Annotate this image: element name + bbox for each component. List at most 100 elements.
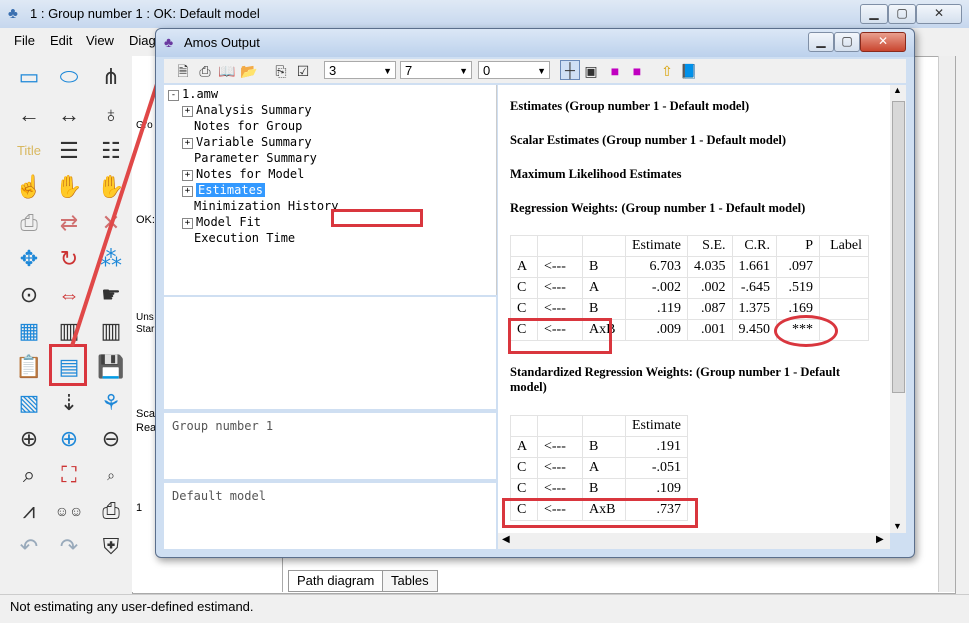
table-cell: C: [510, 457, 538, 479]
table-cell: [819, 298, 869, 320]
scroll-thumb[interactable]: [892, 101, 905, 393]
amos-output-icon: ♣: [164, 34, 174, 50]
print-preview-icon[interactable]: 🗎: [174, 62, 192, 80]
gridlines-icon[interactable]: ┼: [560, 60, 580, 80]
tree-item-parameter-summary[interactable]: Parameter Summary: [194, 151, 317, 165]
output-minimize-button[interactable]: ▁: [808, 32, 834, 52]
table-header-cell: [537, 235, 583, 257]
table-cell: B: [582, 298, 626, 320]
content-horizontal-scrollbar[interactable]: ◀ ▶: [498, 533, 890, 549]
open-icon[interactable]: 📂: [240, 62, 258, 80]
tree-item-label: Notes for Model: [196, 167, 305, 181]
table-row: C <--- A -.051: [510, 457, 688, 479]
table-cell: .109: [625, 478, 688, 500]
table-cell: -.645: [731, 277, 777, 299]
table-cell: -.002: [625, 277, 688, 299]
table-cell: 1.661: [731, 256, 777, 278]
axb-highlight-box: [508, 318, 612, 354]
table-cell: <---: [537, 436, 583, 458]
table-cell: 6.703: [625, 256, 688, 278]
table-cell: .002: [687, 277, 733, 299]
tree-item-label: Variable Summary: [196, 135, 312, 149]
heading-standardized-weights: Standardized Regression Weights: (Group …: [510, 365, 840, 394]
expand-icon[interactable]: +: [182, 138, 193, 149]
table-header-row: Estimate S.E. C.R. P Label: [510, 235, 869, 257]
content-vertical-scrollbar[interactable]: ▲ ▼: [890, 85, 906, 533]
tree-item-execution-time[interactable]: Execution Time: [194, 231, 295, 245]
heading-estimates: Estimates (Group number 1 - Default mode…: [510, 99, 750, 113]
table-cell: A: [582, 457, 626, 479]
table-cell: <---: [537, 277, 583, 299]
tree-item-label: Minimization History: [194, 199, 339, 213]
options-icon[interactable]: ☑: [294, 62, 312, 80]
tree-item-analysis-summary[interactable]: + Analysis Summary: [182, 103, 312, 117]
table-header-cell: S.E.: [687, 235, 733, 257]
expand-icon[interactable]: +: [182, 218, 193, 229]
help-book-icon[interactable]: 📘: [680, 62, 698, 80]
table-header-cell: [510, 415, 538, 437]
scroll-up-icon[interactable]: ▲: [893, 85, 902, 95]
collapse-icon[interactable]: -: [168, 90, 179, 101]
table-cell: <---: [537, 298, 583, 320]
group-item[interactable]: Group number 1: [172, 419, 273, 433]
table-row: A <--- B 6.703 4.035 1.661 .097: [510, 256, 869, 278]
table-cell: .097: [776, 256, 820, 278]
table-header-cell: [537, 415, 583, 437]
output-content-pane: Estimates (Group number 1 - Default mode…: [498, 85, 890, 533]
table-cell: A: [510, 256, 538, 278]
table-width-value: 7: [405, 63, 413, 78]
table-cell: C: [510, 298, 538, 320]
print-icon[interactable]: ⎙: [196, 62, 214, 80]
tree-item-root[interactable]: -1.amw: [168, 87, 218, 101]
page-setup-icon[interactable]: 📖: [218, 62, 236, 80]
color-magenta-2-icon[interactable]: ■: [628, 62, 646, 80]
table-cell: .191: [625, 436, 688, 458]
table-cell: B: [582, 436, 626, 458]
tree-item-label: Analysis Summary: [196, 103, 312, 117]
table-header-cell: [510, 235, 538, 257]
table-row: C <--- B .109: [510, 478, 688, 500]
table-header-row: Estimate: [510, 415, 688, 437]
border-icon[interactable]: ▣: [582, 62, 600, 80]
table-cell: .001: [687, 319, 733, 341]
table-cell: .087: [687, 298, 733, 320]
up-arrow-icon[interactable]: ⇧: [658, 62, 676, 80]
table-row: C <--- A -.002 .002 -.645 .519: [510, 277, 869, 299]
tree-item-variable-summary[interactable]: + Variable Summary: [182, 135, 312, 149]
expand-icon[interactable]: +: [182, 106, 193, 117]
scroll-left-icon[interactable]: ◀: [502, 534, 510, 545]
table-cell: .009: [625, 319, 688, 341]
std-axb-highlight-box: [502, 498, 698, 528]
table-cell: C: [510, 478, 538, 500]
output-maximize-button[interactable]: ▢: [834, 32, 860, 52]
tree-item-notes-for-group[interactable]: Notes for Group: [194, 119, 302, 133]
table-cell: A: [582, 277, 626, 299]
table-header-cell: [582, 235, 626, 257]
tree-item-label: 1.amw: [182, 87, 219, 101]
decimals-combo[interactable]: 3 ▼: [324, 61, 396, 79]
table-width-combo[interactable]: 7 ▼: [400, 61, 472, 79]
color-magenta-icon[interactable]: ■: [606, 62, 624, 80]
table-cell: [819, 256, 869, 278]
rows-combo[interactable]: 0 ▼: [478, 61, 550, 79]
table-cell: <---: [537, 478, 583, 500]
scroll-down-icon[interactable]: ▼: [893, 521, 902, 531]
copy-icon[interactable]: ⎘: [272, 62, 290, 80]
chevron-down-icon: ▼: [537, 66, 546, 76]
tree-item-label: Execution Time: [194, 231, 296, 245]
table-header-cell: C.R.: [731, 235, 777, 257]
output-toolbar: 🗎 ⎙ 📖 📂 ⎘ ☑ 3 ▼ 7 ▼ 0 ▼ ┼ ▣ ■ ■ ⇧ 📘: [164, 59, 906, 83]
expand-icon[interactable]: +: [182, 186, 193, 197]
scroll-right-icon[interactable]: ▶: [876, 534, 884, 545]
tree-item-notes-for-model[interactable]: + Notes for Model: [182, 167, 304, 181]
tree-item-minimization-history[interactable]: Minimization History: [194, 199, 339, 213]
tree-item-estimates[interactable]: + Estimates: [182, 183, 266, 197]
table-header-cell: Estimate: [625, 415, 688, 437]
output-close-button[interactable]: ✕: [860, 32, 906, 52]
expand-icon[interactable]: +: [182, 170, 193, 181]
table-cell: 1.375: [731, 298, 777, 320]
tree-item-model-fit[interactable]: + Model Fit: [182, 215, 261, 229]
heading-regression-weights: Regression Weights: (Group number 1 - De…: [510, 201, 806, 215]
model-item[interactable]: Default model: [172, 489, 266, 503]
output-window-title: Amos Output: [184, 35, 260, 50]
